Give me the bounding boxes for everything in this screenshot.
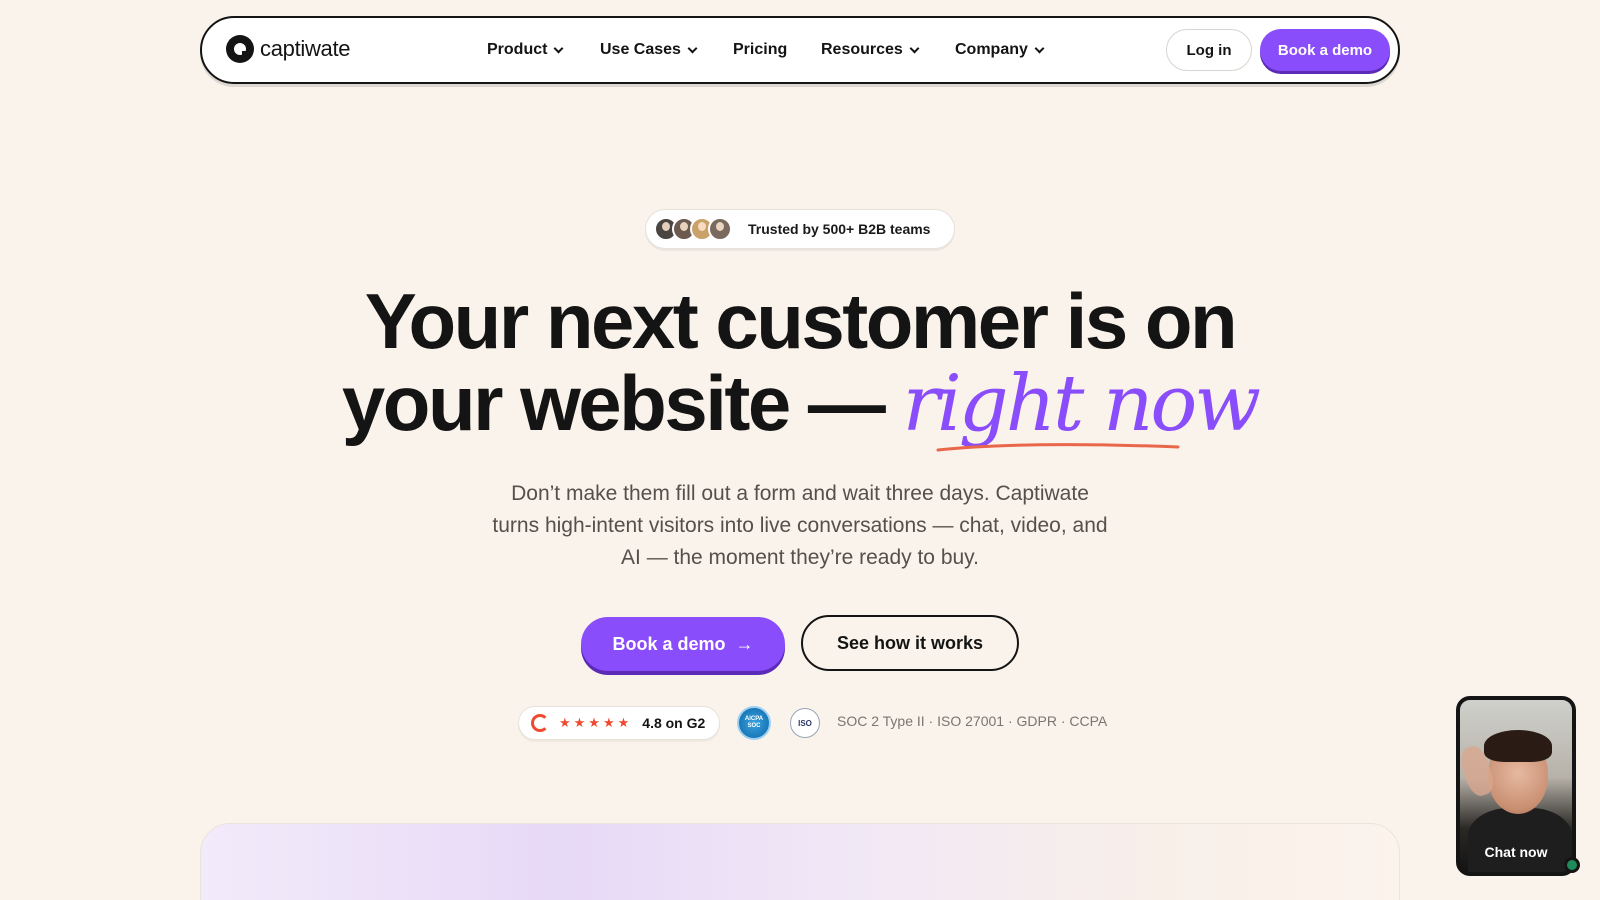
product-preview-card xyxy=(200,823,1400,900)
nav-book-demo-button[interactable]: Book a demo xyxy=(1260,29,1390,71)
g2-rating-text: 4.8 on G2 xyxy=(642,715,706,731)
online-status-icon xyxy=(1564,857,1580,873)
star-rating-icon: ★★★★★ xyxy=(559,715,633,730)
hero-subtext: Don’t make them fill out a form and wait… xyxy=(492,482,1108,569)
headline-line-2: your website — xyxy=(341,359,886,447)
nav-item-label: Company xyxy=(955,41,1028,58)
headline-line-1: Your next customer is on xyxy=(364,277,1238,365)
accent-underline-decoration xyxy=(936,443,1180,452)
avatar-group xyxy=(654,217,732,241)
iso-badge-icon: ISO xyxy=(790,708,820,738)
headline-accent: right now xyxy=(902,359,1261,449)
brand-logo[interactable]: captiwate xyxy=(226,35,351,63)
brand-name: captiwate xyxy=(260,36,351,61)
nav-item-company[interactable]: Company xyxy=(955,41,1055,59)
agent-video-body xyxy=(1468,808,1572,872)
agent-video-hair xyxy=(1484,730,1552,762)
nav-item-pricing[interactable]: Pricing xyxy=(733,41,821,59)
chevron-down-icon xyxy=(1034,43,1045,53)
chevron-down-icon xyxy=(554,43,564,53)
video-chat-widget[interactable]: Chat now xyxy=(1456,696,1576,876)
top-nav: captiwate Product Use Cases Pricing Reso… xyxy=(200,16,1400,84)
nav-item-resources[interactable]: Resources xyxy=(821,41,955,59)
book-demo-button[interactable]: Book a demo → xyxy=(581,617,785,671)
nav-item-label: Pricing xyxy=(733,41,788,58)
trust-text: Trusted by 500+ B2B teams xyxy=(748,221,931,237)
arrow-right-icon: → xyxy=(735,633,754,654)
chevron-down-icon xyxy=(687,43,698,53)
g2-rating-badge[interactable]: ★★★★★ 4.8 on G2 xyxy=(518,706,720,740)
nav-item-use-cases[interactable]: Use Cases xyxy=(600,41,733,59)
nav-item-product[interactable]: Product xyxy=(487,41,600,59)
nav-item-label: Resources xyxy=(821,41,903,58)
nav-item-label: Use Cases xyxy=(600,41,681,58)
button-label: Book a demo xyxy=(612,633,726,654)
login-button[interactable]: Log in xyxy=(1166,29,1252,71)
compliance-text: SOC 2 Type II · ISO 27001 · GDPR · CCPA xyxy=(837,713,1108,729)
hero-headline: Your next customer is on your website — … xyxy=(300,280,1300,445)
chevron-down-icon xyxy=(909,43,920,53)
aicpa-soc-badge-icon: AICPA SOC xyxy=(737,706,771,740)
g2-logo-icon xyxy=(531,714,549,732)
captiwate-logo-icon xyxy=(226,35,254,63)
trust-badge: Trusted by 500+ B2B teams xyxy=(645,209,955,249)
chat-now-label: Chat now xyxy=(1484,844,1548,860)
avatar xyxy=(708,217,732,241)
nav-item-label: Product xyxy=(487,41,548,58)
see-how-it-works-button[interactable]: See how it works xyxy=(801,615,1019,671)
main-menu: Product Use Cases Pricing Resources Comp… xyxy=(487,18,1055,82)
